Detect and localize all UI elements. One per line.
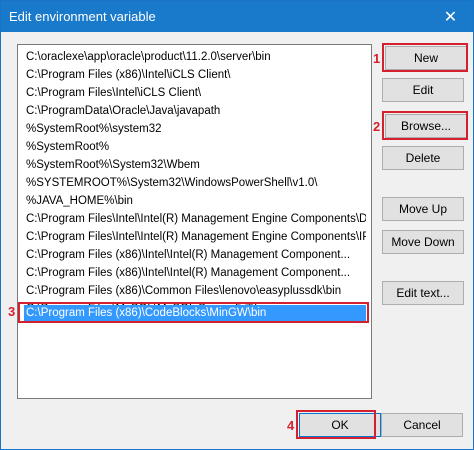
move-up-button[interactable]: Move Up bbox=[382, 197, 464, 221]
step-marker-3: 3 bbox=[8, 304, 16, 319]
delete-button[interactable]: Delete bbox=[382, 146, 464, 170]
close-button[interactable]: ✕ bbox=[428, 1, 473, 32]
title-bar[interactable]: Edit environment variable ✕ bbox=[1, 1, 473, 32]
list-item[interactable]: C:\ProgramData\Oracle\Java\javapath bbox=[24, 103, 366, 120]
step-marker-2: 2 bbox=[373, 119, 381, 134]
cancel-button[interactable]: Cancel bbox=[381, 413, 463, 437]
ok-button[interactable]: OK bbox=[299, 413, 381, 437]
edit-button[interactable]: Edit bbox=[382, 78, 464, 102]
close-icon: ✕ bbox=[443, 8, 458, 26]
list-item-selected[interactable]: C:\Program Files (x86)\CodeBlocks\MinGW\… bbox=[24, 305, 366, 322]
list-item[interactable]: %JAVA_HOME%\bin bbox=[24, 193, 366, 210]
list-item[interactable]: C:\Program Files\Intel\iCLS Client\ bbox=[24, 85, 366, 102]
edit-text-button[interactable]: Edit text... bbox=[382, 281, 464, 305]
list-item[interactable]: %SystemRoot%\system32 bbox=[24, 121, 366, 138]
step-marker-4: 4 bbox=[287, 418, 295, 433]
path-list[interactable]: C:\oraclexe\app\oracle\product\11.2.0\se… bbox=[17, 44, 372, 399]
edit-env-variable-dialog: Edit environment variable ✕ C:\oraclexe\… bbox=[0, 0, 474, 450]
list-item[interactable]: C:\Program Files (x86)\Intel\iCLS Client… bbox=[24, 67, 366, 84]
list-item[interactable]: %SystemRoot%\System32\Wbem bbox=[24, 157, 366, 174]
step-marker-1: 1 bbox=[373, 51, 381, 66]
list-item[interactable]: %SYSTEMROOT%\System32\WindowsPowerShell\… bbox=[24, 175, 366, 192]
list-item[interactable]: C:\oraclexe\app\oracle\product\11.2.0\se… bbox=[24, 49, 366, 66]
new-button[interactable]: New bbox=[385, 46, 467, 70]
dialog-title: Edit environment variable bbox=[9, 9, 156, 24]
list-item[interactable]: C:\Program Files\Intel\Intel(R) Manageme… bbox=[24, 229, 366, 246]
list-item[interactable]: C:\Program Files (x86)\Common Files\leno… bbox=[24, 283, 366, 300]
list-item[interactable]: C:\Program Files (x86)\Intel\Intel(R) Ma… bbox=[24, 247, 366, 264]
move-down-button[interactable]: Move Down bbox=[382, 230, 464, 254]
list-item[interactable]: C:\Program Files (x86)\Intel\Intel(R) Ma… bbox=[24, 265, 366, 282]
list-item[interactable]: C:\Program Files\Intel\Intel(R) Manageme… bbox=[24, 211, 366, 228]
browse-button[interactable]: Browse... bbox=[385, 114, 467, 138]
list-item[interactable]: %SystemRoot% bbox=[24, 139, 366, 156]
